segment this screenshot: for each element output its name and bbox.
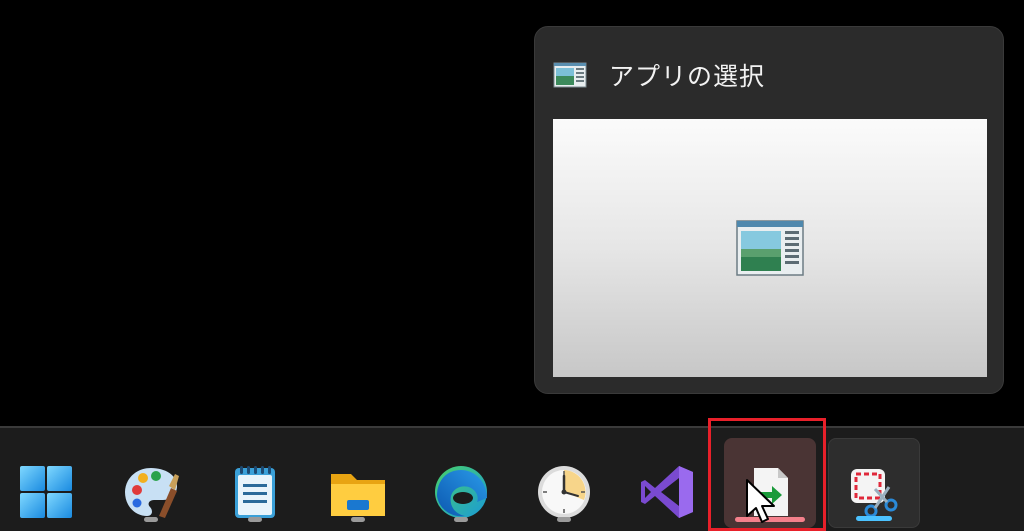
running-indicator bbox=[144, 517, 158, 522]
clock-button[interactable] bbox=[518, 438, 610, 528]
visual-studio-button[interactable] bbox=[621, 438, 713, 528]
notepad-button[interactable] bbox=[209, 438, 301, 528]
paint-button[interactable] bbox=[105, 438, 197, 528]
preview-thumbnail[interactable] bbox=[553, 119, 987, 377]
running-indicator bbox=[351, 517, 365, 522]
file-explorer-button[interactable] bbox=[312, 438, 404, 528]
taskbar bbox=[0, 426, 1024, 531]
paint-palette-icon bbox=[125, 468, 179, 518]
running-indicator bbox=[557, 517, 571, 522]
running-indicator bbox=[248, 517, 262, 522]
snipping-tool-icon bbox=[851, 469, 898, 518]
active-indicator bbox=[856, 516, 892, 521]
clock-icon bbox=[538, 466, 590, 518]
visual-studio-icon bbox=[641, 466, 693, 518]
app-window-icon bbox=[553, 62, 587, 88]
edge-browser-icon bbox=[435, 466, 487, 518]
edge-button[interactable] bbox=[415, 438, 507, 528]
mouse-cursor-icon bbox=[746, 479, 775, 523]
snipping-tool-button[interactable] bbox=[828, 438, 920, 528]
preview-title: アプリの選択 bbox=[609, 62, 766, 91]
windows-logo-icon bbox=[20, 466, 72, 518]
start-button[interactable] bbox=[0, 438, 92, 528]
taskbar-thumbnail-preview[interactable]: アプリの選択 bbox=[534, 26, 1004, 394]
preview-header: アプリの選択 bbox=[553, 57, 765, 93]
app-window-icon bbox=[736, 220, 804, 276]
folder-icon bbox=[331, 474, 385, 516]
desktop: アプリの選択 bbox=[0, 0, 1024, 531]
running-indicator bbox=[454, 517, 468, 522]
notepad-icon bbox=[235, 466, 275, 518]
